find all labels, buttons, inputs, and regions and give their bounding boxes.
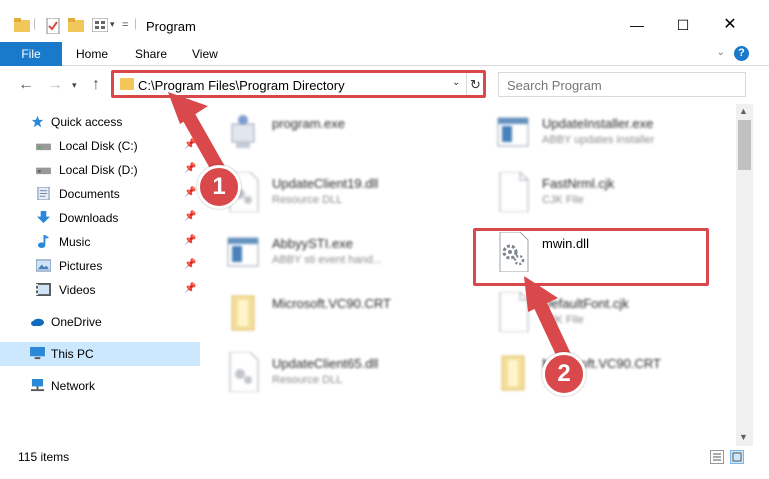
callout-one: 1 <box>197 165 241 209</box>
callout-two: 2 <box>542 352 586 396</box>
arrow-two-shaft <box>531 293 573 367</box>
annotation-overlay <box>168 92 573 367</box>
explorer-window: | ▾ = | Program — ☐ ✕ File Home Share Vi… <box>0 0 769 479</box>
